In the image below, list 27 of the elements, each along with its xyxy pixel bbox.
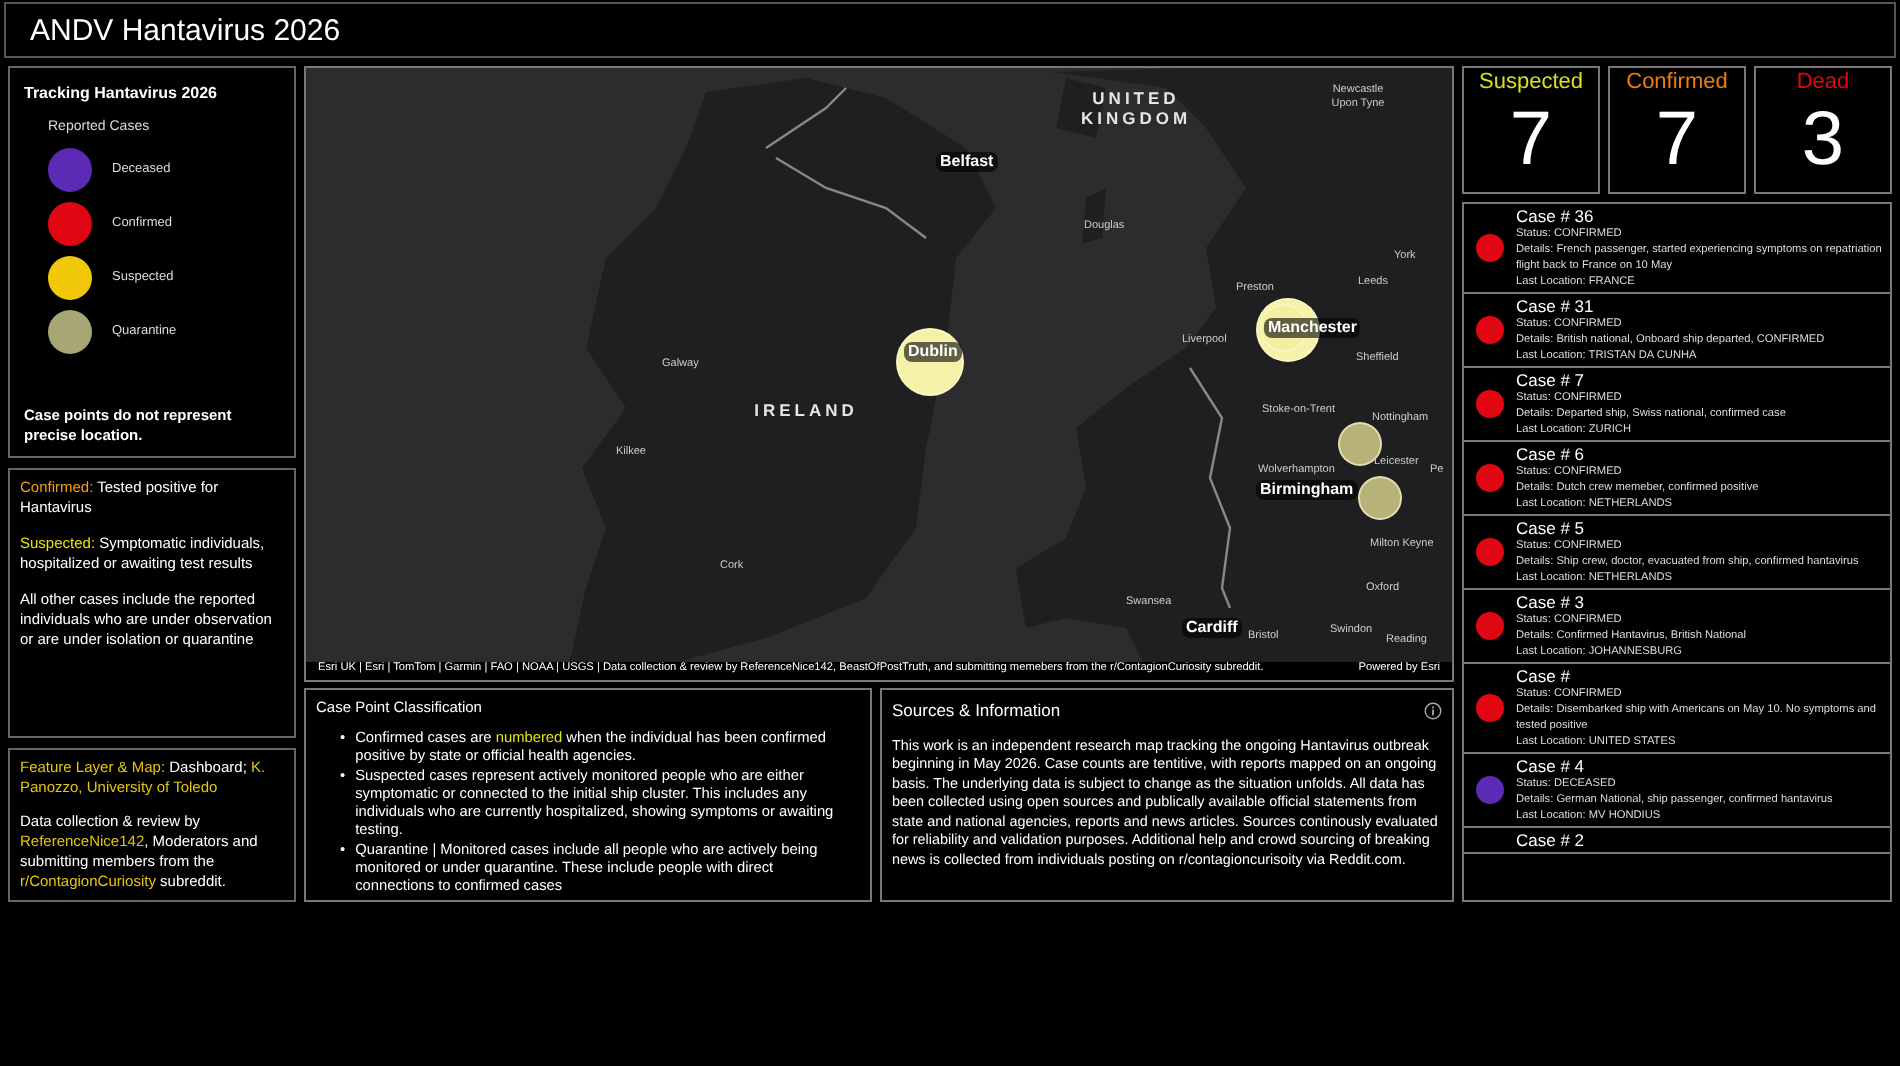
stat-label: Dead [1796, 70, 1850, 96]
case-title: Case # 7 [1516, 370, 1587, 390]
stat-value: 7 [1509, 96, 1553, 184]
stat-label: Suspected [1479, 70, 1583, 96]
case-title: Case # 36 [1516, 206, 1596, 226]
map-label: UNITED KINGDOM [1078, 88, 1194, 128]
case-title: Case # 31 [1516, 296, 1596, 316]
map-label: Dublin [904, 342, 962, 362]
map-label: IRELAND [752, 400, 860, 420]
panel-title: Sources & Information [892, 697, 1061, 723]
stat-value: 3 [1801, 96, 1845, 184]
map-label: Manchester [1264, 318, 1361, 338]
map-label: Birmingham [1256, 480, 1358, 500]
case-list-item[interactable]: Case # 2 [1464, 828, 1890, 854]
case-title: Case # 5 [1516, 518, 1587, 538]
case-title: Case # 6 [1516, 444, 1587, 464]
case-title: Case # 4 [1516, 756, 1587, 776]
case-title: Case # 3 [1516, 592, 1587, 612]
map-label: Belfast [936, 152, 998, 172]
case-title: Case # [1516, 666, 1572, 686]
stat-label: Confirmed [1626, 70, 1728, 96]
case-title: Case # 2 [1516, 830, 1585, 850]
info-icon[interactable] [1424, 701, 1442, 720]
dashboard-title: ANDV Hantavirus 2026 [30, 15, 341, 45]
map-label: Cardiff [1182, 618, 1242, 638]
stat-value: 7 [1655, 96, 1699, 184]
legend-title: Tracking Hantavirus 2026 [24, 82, 219, 106]
